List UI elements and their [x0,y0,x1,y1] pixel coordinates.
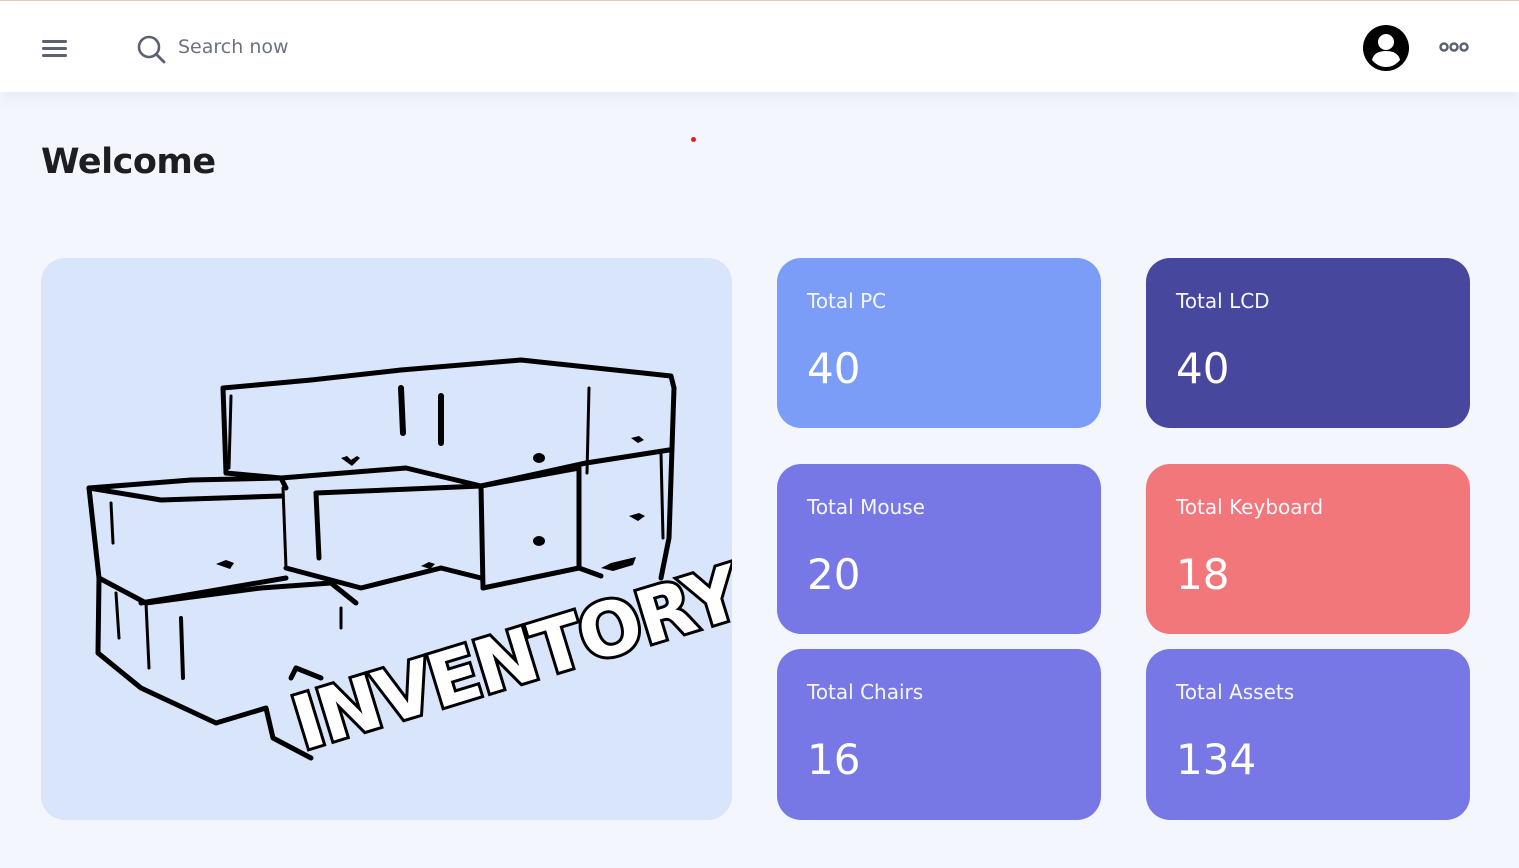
search-input[interactable] [178,29,578,65]
stat-card-value: 16 [807,735,861,784]
hamburger-menu-icon[interactable] [40,35,70,59]
stat-card-label: Total Keyboard [1176,495,1324,519]
stat-card-label: Total LCD [1176,289,1270,313]
inventory-illustration-panel: INVENTORY [41,258,732,820]
stat-card-label: Total PC [807,289,887,313]
user-avatar-icon[interactable] [1361,23,1411,73]
search-icon[interactable] [134,32,168,66]
stat-card-total-assets[interactable]: Total Assets 134 [1146,649,1470,820]
stat-card-value: 134 [1176,735,1257,784]
stat-card-total-chairs[interactable]: Total Chairs 16 [777,649,1101,820]
stat-card-value: 18 [1176,550,1230,599]
stat-card-total-lcd[interactable]: Total LCD 40 [1146,258,1470,428]
more-horizontal-icon[interactable] [1437,39,1471,55]
stat-card-value: 40 [1176,344,1230,393]
stat-card-total-keyboard[interactable]: Total Keyboard 18 [1146,464,1470,634]
stat-card-total-pc[interactable]: Total PC 40 [777,258,1101,428]
stat-card-label: Total Assets [1176,680,1295,704]
red-dot [691,137,696,142]
inventory-boxes-illustration: INVENTORY [86,357,732,770]
stat-card-label: Total Chairs [807,680,924,704]
top-navbar [0,1,1519,92]
stat-card-label: Total Mouse [807,495,925,519]
page-title: Welcome [41,142,216,182]
stat-card-value: 40 [807,344,861,393]
stat-card-value: 20 [807,550,861,599]
stat-card-total-mouse[interactable]: Total Mouse 20 [777,464,1101,634]
